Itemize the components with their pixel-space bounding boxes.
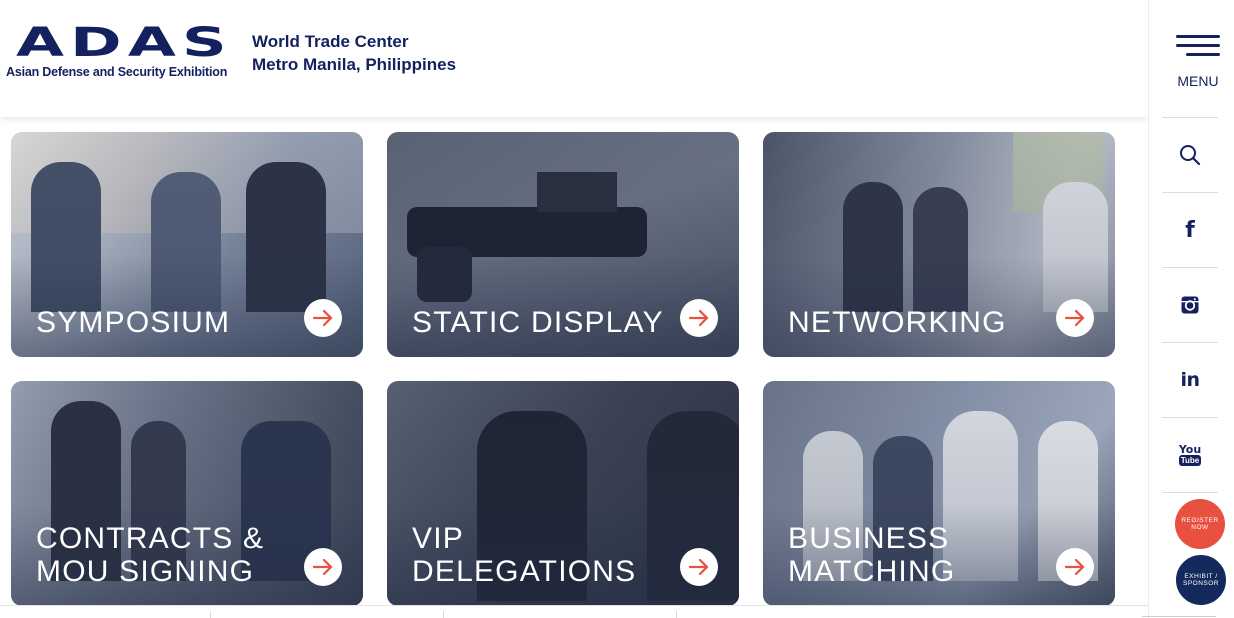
facebook-icon: f xyxy=(1185,217,1195,243)
card-arrow-button[interactable] xyxy=(304,548,342,586)
arrow-right-icon xyxy=(688,558,709,576)
search-icon xyxy=(1180,145,1201,166)
venue-line-1: World Trade Center xyxy=(252,32,409,51)
card-title-line-1: BUSINESS xyxy=(788,522,950,555)
exhibit-label-line-2: SPONSOR xyxy=(1182,580,1219,587)
arrow-right-icon xyxy=(1064,309,1085,327)
card-title: STATIC DISPLAY xyxy=(412,306,664,339)
card-contracts-mou-signing[interactable]: CONTRACTS & MOU SIGNING xyxy=(11,381,363,606)
exhibit-sponsor-button[interactable]: EXHIBIT / SPONSOR xyxy=(1175,554,1227,606)
linkedin-icon: in xyxy=(1180,369,1200,391)
instagram-link[interactable] xyxy=(1162,267,1218,342)
arrow-right-icon xyxy=(1064,558,1085,576)
exhibit-label: EXHIBIT / SPONSOR xyxy=(1183,573,1219,587)
card-title-line-1: NETWORKING xyxy=(788,306,1007,339)
card-business-matching[interactable]: BUSINESS MATCHING xyxy=(763,381,1115,606)
card-arrow-button[interactable] xyxy=(1056,548,1094,586)
card-title: VIP DELEGATIONS xyxy=(412,522,636,588)
divider xyxy=(1162,492,1218,493)
linkedin-link[interactable]: in xyxy=(1162,342,1218,417)
register-label-line-2: NOW xyxy=(1191,524,1209,531)
site-header: ADAS Asian Defense and Security Exhibiti… xyxy=(0,0,1148,117)
card-title: BUSINESS MATCHING xyxy=(788,522,955,588)
register-now-button[interactable]: REGISTER NOW xyxy=(1175,499,1225,549)
card-title-line-1: STATIC DISPLAY xyxy=(412,306,664,339)
card-title-line-1: SYMPOSIUM xyxy=(36,306,231,339)
register-label: REGISTER NOW xyxy=(1181,517,1218,531)
card-networking[interactable]: NETWORKING xyxy=(763,132,1115,357)
search-button[interactable] xyxy=(1162,117,1218,192)
arrow-right-icon xyxy=(688,309,709,327)
logo-subtitle: Asian Defense and Security Exhibition xyxy=(6,65,228,79)
divider-tick xyxy=(443,611,444,618)
logo-wordmark: ADAS xyxy=(16,20,233,66)
arrow-right-icon xyxy=(312,309,333,327)
card-arrow-button[interactable] xyxy=(1056,299,1094,337)
youtube-link[interactable]: You Tube xyxy=(1162,417,1218,492)
card-arrow-button[interactable] xyxy=(680,299,718,337)
adas-logo[interactable]: ADAS Asian Defense and Security Exhibiti… xyxy=(6,22,228,82)
youtube-icon: You Tube xyxy=(1178,443,1202,466)
right-sidebar: MENU f in You Tube REGISTER NOW EXHIBIT … xyxy=(1148,0,1234,618)
youtube-icon-top: You xyxy=(1178,443,1202,456)
facebook-link[interactable]: f xyxy=(1162,192,1218,267)
exhibit-label-line-1: EXHIBIT / xyxy=(1184,573,1218,580)
divider-tick xyxy=(676,611,677,618)
card-title: NETWORKING xyxy=(788,306,1007,339)
card-title-line-2: DELEGATIONS xyxy=(412,555,637,588)
hamburger-icon-line xyxy=(1186,53,1220,56)
venue-line-2: Metro Manila, Philippines xyxy=(252,55,457,74)
menu-label: MENU xyxy=(1177,73,1219,89)
card-title-line-2: MATCHING xyxy=(788,555,956,588)
sidebar-bottom-line xyxy=(1142,616,1216,617)
section-divider xyxy=(0,605,1148,606)
hamburger-icon xyxy=(1176,35,1220,38)
divider-tick xyxy=(210,611,211,618)
instagram-icon xyxy=(1181,296,1199,314)
card-arrow-button[interactable] xyxy=(304,299,342,337)
hamburger-icon-line xyxy=(1176,44,1220,47)
register-label-line-1: REGISTER xyxy=(1181,517,1219,524)
youtube-icon-bottom: Tube xyxy=(1178,455,1202,466)
venue-info: World Trade Center Metro Manila, Philipp… xyxy=(252,30,456,76)
card-vip-delegations[interactable]: VIP DELEGATIONS xyxy=(387,381,739,606)
card-static-display[interactable]: STATIC DISPLAY xyxy=(387,132,739,357)
card-title: CONTRACTS & MOU SIGNING xyxy=(36,522,264,588)
card-title-line-1: CONTRACTS & xyxy=(36,522,265,555)
card-arrow-button[interactable] xyxy=(680,548,718,586)
arrow-right-icon xyxy=(312,558,333,576)
menu-button[interactable]: MENU xyxy=(1149,0,1234,117)
card-title: SYMPOSIUM xyxy=(36,306,230,339)
card-symposium[interactable]: SYMPOSIUM xyxy=(11,132,363,357)
card-title-line-2: MOU SIGNING xyxy=(36,555,255,588)
card-title-line-1: VIP xyxy=(412,522,464,555)
